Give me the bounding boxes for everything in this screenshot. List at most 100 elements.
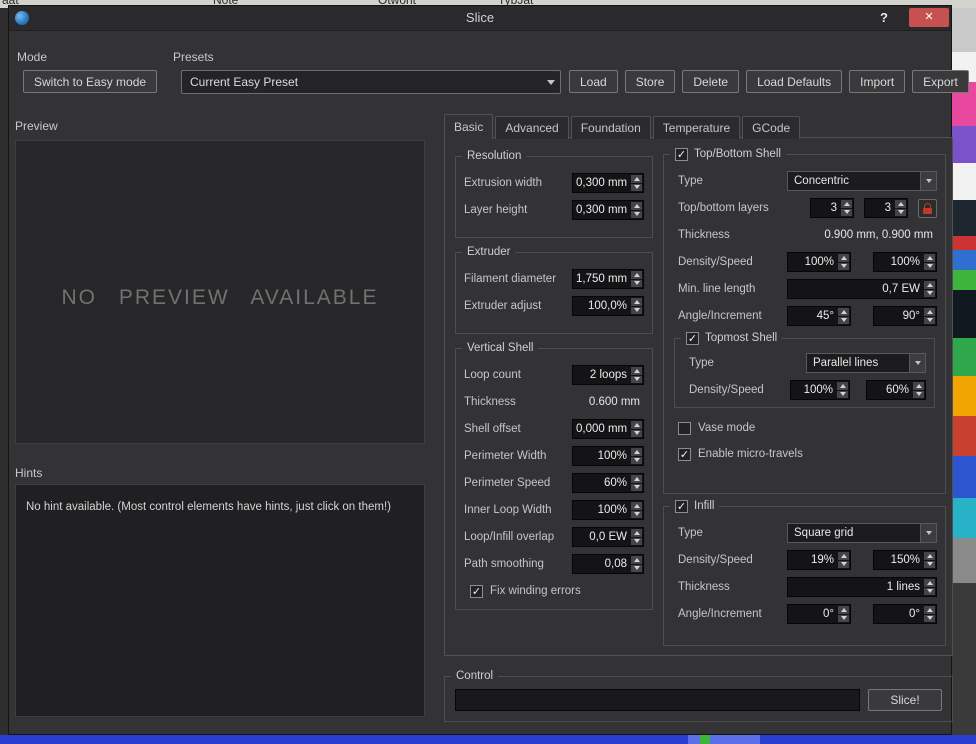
spin-down-icon[interactable] [924, 588, 935, 596]
spin-down-icon[interactable] [924, 317, 935, 325]
spin-up-icon[interactable] [631, 556, 642, 564]
import-button[interactable]: Import [849, 70, 905, 93]
spin-up-icon[interactable] [924, 579, 935, 587]
spin-down-icon[interactable] [895, 209, 906, 217]
spin-up-icon[interactable] [838, 308, 849, 316]
spin-up-icon[interactable] [837, 382, 848, 390]
tb-increment-input[interactable]: 90° [873, 306, 937, 326]
infill-checkbox[interactable]: ✓ [675, 500, 688, 513]
spin-up-icon[interactable] [631, 529, 642, 537]
filament-diameter-input[interactable]: 1,750 mm [572, 269, 644, 289]
spin-down-icon[interactable] [924, 561, 935, 569]
spin-up-icon[interactable] [924, 281, 935, 289]
perimeter-width-input[interactable]: 100% [572, 446, 644, 466]
spin-down-icon[interactable] [924, 615, 935, 623]
load-button[interactable]: Load [569, 70, 618, 93]
topmost-density-input[interactable]: 100% [790, 380, 850, 400]
export-button[interactable]: Export [912, 70, 969, 93]
top-bottom-shell-checkbox[interactable]: ✓ [675, 148, 688, 161]
extruder-adjust-input[interactable]: 100,0% [572, 296, 644, 316]
infill-speed-input[interactable]: 150% [873, 550, 937, 570]
chevron-down-icon[interactable] [542, 71, 560, 93]
tab-temperature[interactable]: Temperature [653, 116, 740, 139]
spin-up-icon[interactable] [631, 202, 642, 210]
spin-down-icon[interactable] [631, 538, 642, 546]
micro-travels-checkbox[interactable]: ✓ [678, 448, 691, 461]
tb-density-input[interactable]: 100% [787, 252, 851, 272]
infill-type-combo[interactable]: Square grid [787, 523, 937, 543]
spin-down-icon[interactable] [913, 391, 924, 399]
spin-down-icon[interactable] [631, 565, 642, 573]
spin-up-icon[interactable] [631, 298, 642, 306]
topmost-type-combo[interactable]: Parallel lines [806, 353, 926, 373]
delete-button[interactable]: Delete [682, 70, 739, 93]
tab-gcode[interactable]: GCode [742, 116, 800, 139]
spin-up-icon[interactable] [895, 200, 906, 208]
spin-down-icon[interactable] [631, 511, 642, 519]
loop-count-input[interactable]: 2 loops [572, 365, 644, 385]
infill-angle-input[interactable]: 0° [787, 604, 851, 624]
load-defaults-button[interactable]: Load Defaults [746, 70, 842, 93]
layer-height-input[interactable]: 0,300 mm [572, 200, 644, 220]
help-button[interactable]: ? [875, 9, 893, 27]
tab-advanced[interactable]: Advanced [495, 116, 568, 139]
spin-down-icon[interactable] [631, 430, 642, 438]
spin-down-icon[interactable] [838, 561, 849, 569]
shell-offset-input[interactable]: 0,000 mm [572, 419, 644, 439]
spin-down-icon[interactable] [838, 615, 849, 623]
tb-angle-input[interactable]: 45° [787, 306, 851, 326]
perimeter-speed-input[interactable]: 60% [572, 473, 644, 493]
extrusion-width-input[interactable]: 0,300 mm [572, 173, 644, 193]
spin-down-icon[interactable] [841, 209, 852, 217]
spin-up-icon[interactable] [838, 254, 849, 262]
spin-up-icon[interactable] [924, 308, 935, 316]
topmost-shell-checkbox[interactable]: ✓ [686, 332, 699, 345]
tab-foundation[interactable]: Foundation [571, 116, 651, 139]
spin-up-icon[interactable] [841, 200, 852, 208]
spin-up-icon[interactable] [631, 271, 642, 279]
close-button[interactable]: ✕ [909, 8, 949, 27]
topmost-speed-input[interactable]: 60% [866, 380, 926, 400]
chevron-down-icon[interactable] [909, 354, 925, 372]
inner-loop-width-input[interactable]: 100% [572, 500, 644, 520]
preset-combo[interactable]: Current Easy Preset [181, 70, 561, 94]
fix-winding-checkbox[interactable]: ✓ [470, 585, 483, 598]
loop-infill-overlap-input[interactable]: 0,0 EW [572, 527, 644, 547]
spin-down-icon[interactable] [838, 263, 849, 271]
spin-up-icon[interactable] [631, 448, 642, 456]
switch-easy-mode-button[interactable]: Switch to Easy mode [23, 70, 157, 93]
infill-density-input[interactable]: 19% [787, 550, 851, 570]
chevron-down-icon[interactable] [920, 172, 936, 190]
spin-down-icon[interactable] [631, 484, 642, 492]
spin-down-icon[interactable] [631, 457, 642, 465]
spin-down-icon[interactable] [631, 280, 642, 288]
infill-increment-input[interactable]: 0° [873, 604, 937, 624]
path-smoothing-input[interactable]: 0,08 [572, 554, 644, 574]
spin-down-icon[interactable] [631, 307, 642, 315]
spin-up-icon[interactable] [631, 421, 642, 429]
tb-type-combo[interactable]: Concentric [787, 171, 937, 191]
spin-up-icon[interactable] [924, 606, 935, 614]
infill-thickness-input[interactable]: 1 lines [787, 577, 937, 597]
titlebar[interactable]: Slice ? ✕ [9, 6, 951, 31]
spin-up-icon[interactable] [924, 552, 935, 560]
spin-down-icon[interactable] [631, 376, 642, 384]
tb-layers-input-2[interactable]: 3 [864, 198, 908, 218]
store-button[interactable]: Store [625, 70, 676, 93]
tab-basic[interactable]: Basic [444, 114, 493, 139]
spin-down-icon[interactable] [924, 290, 935, 298]
spin-down-icon[interactable] [631, 184, 642, 192]
spin-up-icon[interactable] [913, 382, 924, 390]
tb-layers-input-1[interactable]: 3 [810, 198, 854, 218]
spin-down-icon[interactable] [838, 317, 849, 325]
slice-button[interactable]: Slice! [868, 689, 942, 711]
lock-layers-button[interactable] [918, 199, 937, 218]
spin-up-icon[interactable] [838, 552, 849, 560]
spin-up-icon[interactable] [631, 367, 642, 375]
spin-up-icon[interactable] [924, 254, 935, 262]
tb-speed-input[interactable]: 100% [873, 252, 937, 272]
spin-up-icon[interactable] [838, 606, 849, 614]
min-line-length-input[interactable]: 0,7 EW [787, 279, 937, 299]
spin-down-icon[interactable] [837, 391, 848, 399]
spin-down-icon[interactable] [631, 211, 642, 219]
